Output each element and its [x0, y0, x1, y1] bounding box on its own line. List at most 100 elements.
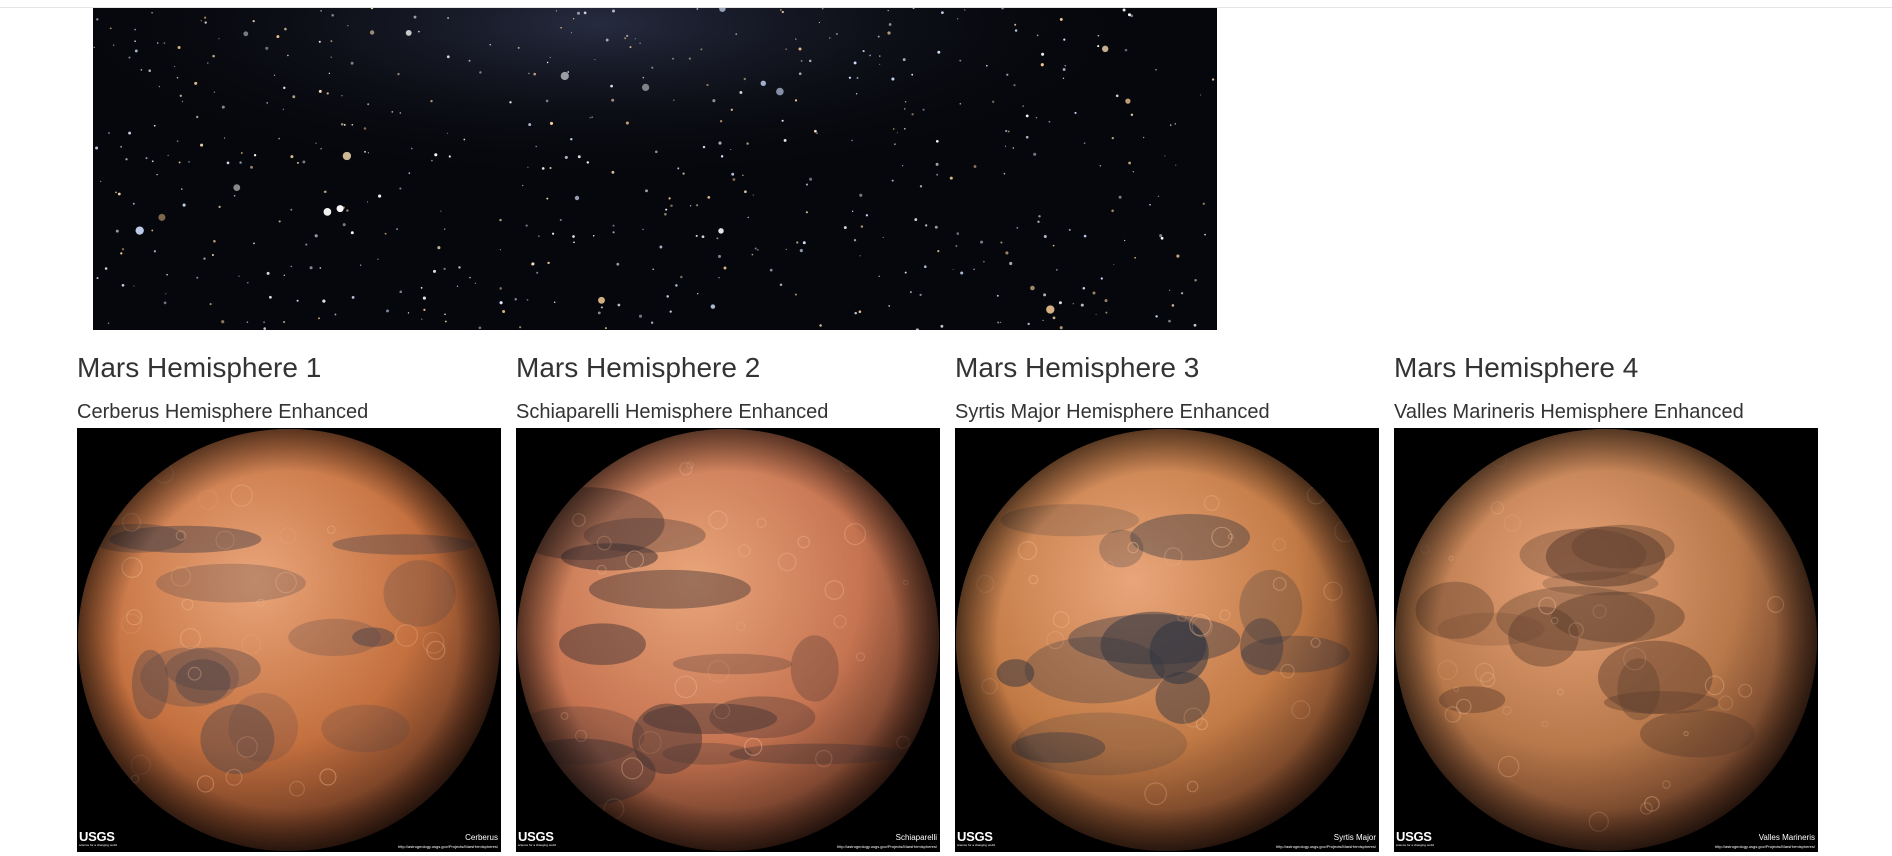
crater: [417, 459, 433, 475]
star: [341, 95, 343, 97]
star: [723, 266, 727, 270]
star: [417, 30, 420, 33]
star: [266, 271, 270, 275]
star: [583, 11, 587, 15]
star: [209, 303, 212, 306]
star: [153, 124, 156, 127]
star: [121, 247, 125, 251]
usgs-logo: USGS science for a changing world: [79, 830, 143, 848]
hemisphere-heading: Mars Hemisphere 1: [77, 352, 322, 383]
star: [665, 208, 668, 211]
star: [1082, 286, 1086, 290]
hemisphere-heading: Mars Hemisphere 4: [1394, 352, 1639, 383]
image-caption-name: Schiaparelli: [895, 833, 937, 842]
star: [935, 139, 939, 143]
star: [805, 211, 808, 214]
star: [1074, 111, 1077, 114]
star: [697, 293, 699, 295]
star: [1056, 269, 1058, 271]
mars-cerberus-image[interactable]: USGS science for a changing world Cerber…: [77, 428, 501, 852]
star: [717, 254, 722, 258]
star: [377, 258, 379, 261]
star: [598, 296, 605, 304]
star: [182, 203, 186, 207]
star: [360, 264, 362, 266]
star: [283, 86, 286, 90]
star: [549, 56, 551, 59]
star: [320, 148, 322, 150]
star: [239, 161, 242, 164]
star: [785, 48, 787, 50]
star: [893, 143, 896, 146]
star: [594, 59, 596, 61]
star: [207, 62, 209, 64]
star: [911, 113, 914, 116]
star: [528, 72, 530, 75]
star: [211, 254, 214, 256]
star: [769, 268, 773, 272]
star: [746, 142, 749, 145]
star: [1164, 155, 1166, 157]
star: [195, 115, 199, 119]
star: [318, 89, 322, 93]
usgs-logo: USGS science for a changing world: [518, 830, 582, 848]
star: [629, 46, 632, 49]
star: [798, 72, 802, 76]
star: [1171, 304, 1175, 307]
star: [315, 142, 317, 144]
star: [650, 321, 654, 324]
star: [547, 261, 550, 265]
star: [145, 157, 148, 160]
star: [200, 143, 204, 147]
star: [1100, 277, 1103, 280]
star: [346, 209, 349, 212]
star: [1157, 195, 1159, 197]
star: [158, 213, 166, 221]
mars-syrtis-major-image[interactable]: USGS science for a changing world Syrtis…: [955, 428, 1379, 852]
star: [1083, 142, 1086, 144]
crater: [449, 458, 464, 473]
star: [421, 318, 423, 320]
image-caption-url: http://astrogeology.usgs.gov/Projects/Ma…: [1715, 844, 1815, 849]
star: [95, 146, 99, 150]
hemisphere-card: Mars Hemisphere 2 Schiaparelli Hemispher…: [516, 348, 940, 852]
star: [1113, 264, 1115, 266]
star: [165, 293, 167, 295]
star: [93, 46, 95, 49]
star: [296, 299, 299, 302]
usgs-logo: USGS science for a changing world: [957, 830, 1021, 848]
star: [1012, 147, 1015, 149]
star: [1099, 165, 1102, 167]
star: [922, 108, 925, 111]
star: [1155, 315, 1158, 318]
star: [739, 91, 743, 94]
star: [351, 296, 355, 299]
mars-schiaparelli-image[interactable]: USGS science for a changing world Schiap…: [516, 428, 940, 852]
star: [278, 137, 280, 140]
star: [720, 155, 724, 158]
usgs-logo-mark: USGS: [79, 829, 115, 844]
star: [188, 161, 190, 163]
star: [610, 84, 613, 88]
star: [328, 72, 331, 75]
star: [564, 155, 568, 159]
star: [1062, 68, 1066, 71]
star: [396, 228, 399, 231]
star: [1041, 52, 1045, 56]
star: [434, 153, 438, 157]
star: [1000, 241, 1003, 244]
mars-valles-marineris-image[interactable]: USGS science for a changing world Valles…: [1394, 428, 1818, 852]
star: [1068, 228, 1071, 231]
star: [652, 268, 654, 270]
star: [238, 275, 240, 277]
star: [862, 50, 865, 53]
star: [1043, 234, 1047, 239]
star: [677, 167, 680, 170]
star: [538, 235, 540, 237]
star: [176, 76, 179, 79]
star: [819, 324, 822, 327]
star: [531, 262, 534, 266]
star: [1038, 215, 1041, 218]
star: [132, 202, 135, 205]
star: [802, 241, 806, 245]
